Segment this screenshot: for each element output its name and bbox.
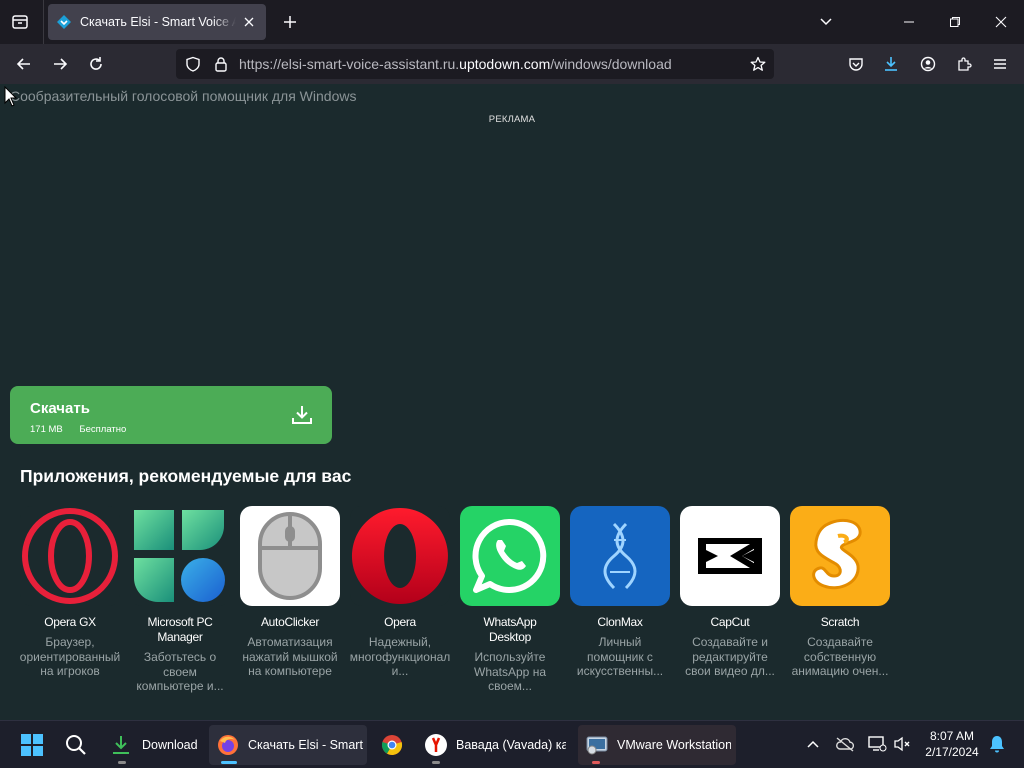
system-clock[interactable]: 8:07 AM 2/17/2024 bbox=[920, 728, 984, 760]
app-description: Личный помощник с искусственны... bbox=[576, 635, 664, 678]
opera-icon bbox=[350, 506, 450, 606]
app-name: Scratch bbox=[820, 615, 860, 629]
new-tab-icon[interactable] bbox=[278, 10, 302, 34]
active-indicator bbox=[221, 761, 237, 764]
bookmark-star-icon[interactable] bbox=[749, 55, 767, 73]
firefox-view-icon[interactable] bbox=[8, 10, 32, 34]
mouse-cursor-icon bbox=[4, 86, 17, 107]
app-name: Opera bbox=[384, 615, 416, 629]
account-icon[interactable] bbox=[914, 50, 942, 78]
taskbar-vmware[interactable]: VMware Workstation bbox=[578, 725, 736, 765]
taskbar-chrome[interactable] bbox=[373, 725, 411, 765]
tab-bar: Скачать Elsi - Smart Voice Assistant bbox=[0, 0, 1024, 44]
taskbar-firefox[interactable]: Скачать Elsi - Smart bbox=[209, 725, 367, 765]
app-name: AutoClicker bbox=[260, 615, 320, 629]
search-icon bbox=[66, 735, 86, 755]
app-description: Создавайте и редактируйте свои видео дл... bbox=[685, 635, 775, 678]
close-window-icon[interactable] bbox=[978, 0, 1024, 44]
ad-label: РЕКЛАМА bbox=[488, 114, 536, 125]
tab-active[interactable]: Скачать Elsi - Smart Voice Assistant bbox=[48, 4, 266, 40]
taskbar-yandex-label: Вавада (Vavada) казино bbox=[456, 738, 566, 752]
network-icon[interactable] bbox=[866, 733, 888, 755]
close-tab-icon[interactable] bbox=[240, 13, 258, 31]
capcut-icon bbox=[680, 506, 780, 606]
restore-icon[interactable] bbox=[932, 0, 978, 44]
downloads-icon[interactable] bbox=[877, 50, 905, 78]
show-hidden-icons-chevron-icon[interactable] bbox=[802, 733, 824, 755]
app-name: Microsoft PC Manager bbox=[147, 615, 213, 644]
running-indicator bbox=[592, 761, 600, 764]
back-icon[interactable] bbox=[10, 50, 38, 78]
windows-taskbar: Download Скачать Elsi - Smart Вавада (Va… bbox=[0, 720, 1024, 768]
scratch-icon bbox=[790, 506, 890, 606]
taskbar-vmware-label: VMware Workstation bbox=[617, 738, 731, 752]
app-description: Создавайте собственную анимацию очен... bbox=[791, 635, 889, 678]
tracking-protection-shield-icon[interactable] bbox=[184, 55, 202, 73]
app-description: Надежный, многофункционал и... bbox=[349, 635, 451, 678]
navigation-toolbar: https://elsi-smart-voice-assistant.ru.up… bbox=[0, 44, 1024, 84]
taskbar-download[interactable]: Download bbox=[104, 725, 204, 765]
taskbar-yandex-browser[interactable]: Вавада (Vavada) казино bbox=[418, 725, 570, 765]
tab-separator bbox=[43, 0, 44, 44]
recommended-apps-heading: Приложения, рекомендуемые для вас bbox=[20, 466, 352, 486]
app-name: CapCut bbox=[710, 615, 750, 629]
search-button[interactable] bbox=[58, 725, 94, 765]
app-description: Автоматизация нажатий мышкой на компьютере bbox=[242, 635, 338, 678]
download-button-label: Скачать bbox=[30, 400, 90, 417]
download-meta: 171 MB Бесплатно bbox=[30, 424, 140, 435]
app-name: Opera GX bbox=[44, 615, 96, 629]
microsoft-pc-manager-icon bbox=[130, 506, 230, 606]
url-path: /windows/download bbox=[550, 56, 672, 72]
clock-date: 2/17/2024 bbox=[925, 745, 979, 759]
opera-gx-icon bbox=[20, 506, 120, 606]
url-prefix: https://elsi-smart-voice-assistant.ru. bbox=[239, 56, 460, 72]
taskbar-firefox-label: Скачать Elsi - Smart bbox=[248, 738, 363, 752]
running-indicator bbox=[432, 761, 440, 764]
windows-logo-icon bbox=[21, 734, 43, 756]
url-domain: uptodown.com bbox=[459, 56, 551, 72]
uptodown-favicon-icon bbox=[57, 15, 71, 29]
menu-icon[interactable] bbox=[986, 50, 1014, 78]
app-description: Используйте WhatsApp на своем... bbox=[474, 650, 546, 693]
clock-time: 8:07 AM bbox=[929, 729, 975, 743]
app-description: Браузер, ориентированный на игроков bbox=[19, 635, 121, 678]
firefox-icon bbox=[218, 735, 238, 755]
app-name: ClonMax bbox=[597, 615, 643, 629]
url-text[interactable]: https://elsi-smart-voice-assistant.ru.up… bbox=[239, 56, 672, 72]
download-arrow-icon bbox=[292, 406, 312, 424]
download-button[interactable]: Скачать 171 MB Бесплатно bbox=[10, 386, 332, 444]
autoclicker-mouse-icon bbox=[240, 506, 340, 606]
running-indicator bbox=[118, 761, 126, 764]
download-folder-icon bbox=[113, 736, 129, 754]
clonmax-icon bbox=[570, 506, 670, 606]
chrome-icon bbox=[381, 735, 403, 755]
license-label: Бесплатно bbox=[79, 424, 127, 435]
lock-icon[interactable] bbox=[212, 55, 230, 73]
notification-bell-icon[interactable] bbox=[986, 733, 1008, 755]
app-name: WhatsApp Desktop bbox=[483, 615, 537, 644]
address-bar[interactable]: https://elsi-smart-voice-assistant.ru.up… bbox=[176, 49, 774, 79]
pocket-icon[interactable] bbox=[842, 50, 870, 78]
whatsapp-icon bbox=[460, 506, 560, 606]
page-content: Сообразительный голосовой помощник для W… bbox=[0, 84, 1024, 720]
extensions-icon[interactable] bbox=[950, 50, 978, 78]
reload-icon[interactable] bbox=[82, 50, 110, 78]
onedrive-cloud-icon[interactable] bbox=[834, 733, 856, 755]
vmware-icon bbox=[586, 736, 608, 755]
file-size: 171 MB bbox=[30, 424, 63, 435]
app-subtitle: Сообразительный голосовой помощник для W… bbox=[10, 88, 357, 104]
tab-title: Скачать Elsi - Smart Voice Assistant bbox=[80, 15, 236, 29]
app-description: Заботьтесь о своем компьютере и... bbox=[136, 650, 224, 693]
yandex-browser-icon bbox=[425, 734, 447, 756]
taskbar-download-label: Download bbox=[142, 738, 198, 752]
minimize-icon[interactable] bbox=[886, 0, 932, 44]
volume-muted-icon[interactable] bbox=[892, 733, 914, 755]
start-button[interactable] bbox=[14, 725, 50, 765]
list-all-tabs-icon[interactable] bbox=[814, 10, 838, 34]
forward-icon[interactable] bbox=[46, 50, 74, 78]
